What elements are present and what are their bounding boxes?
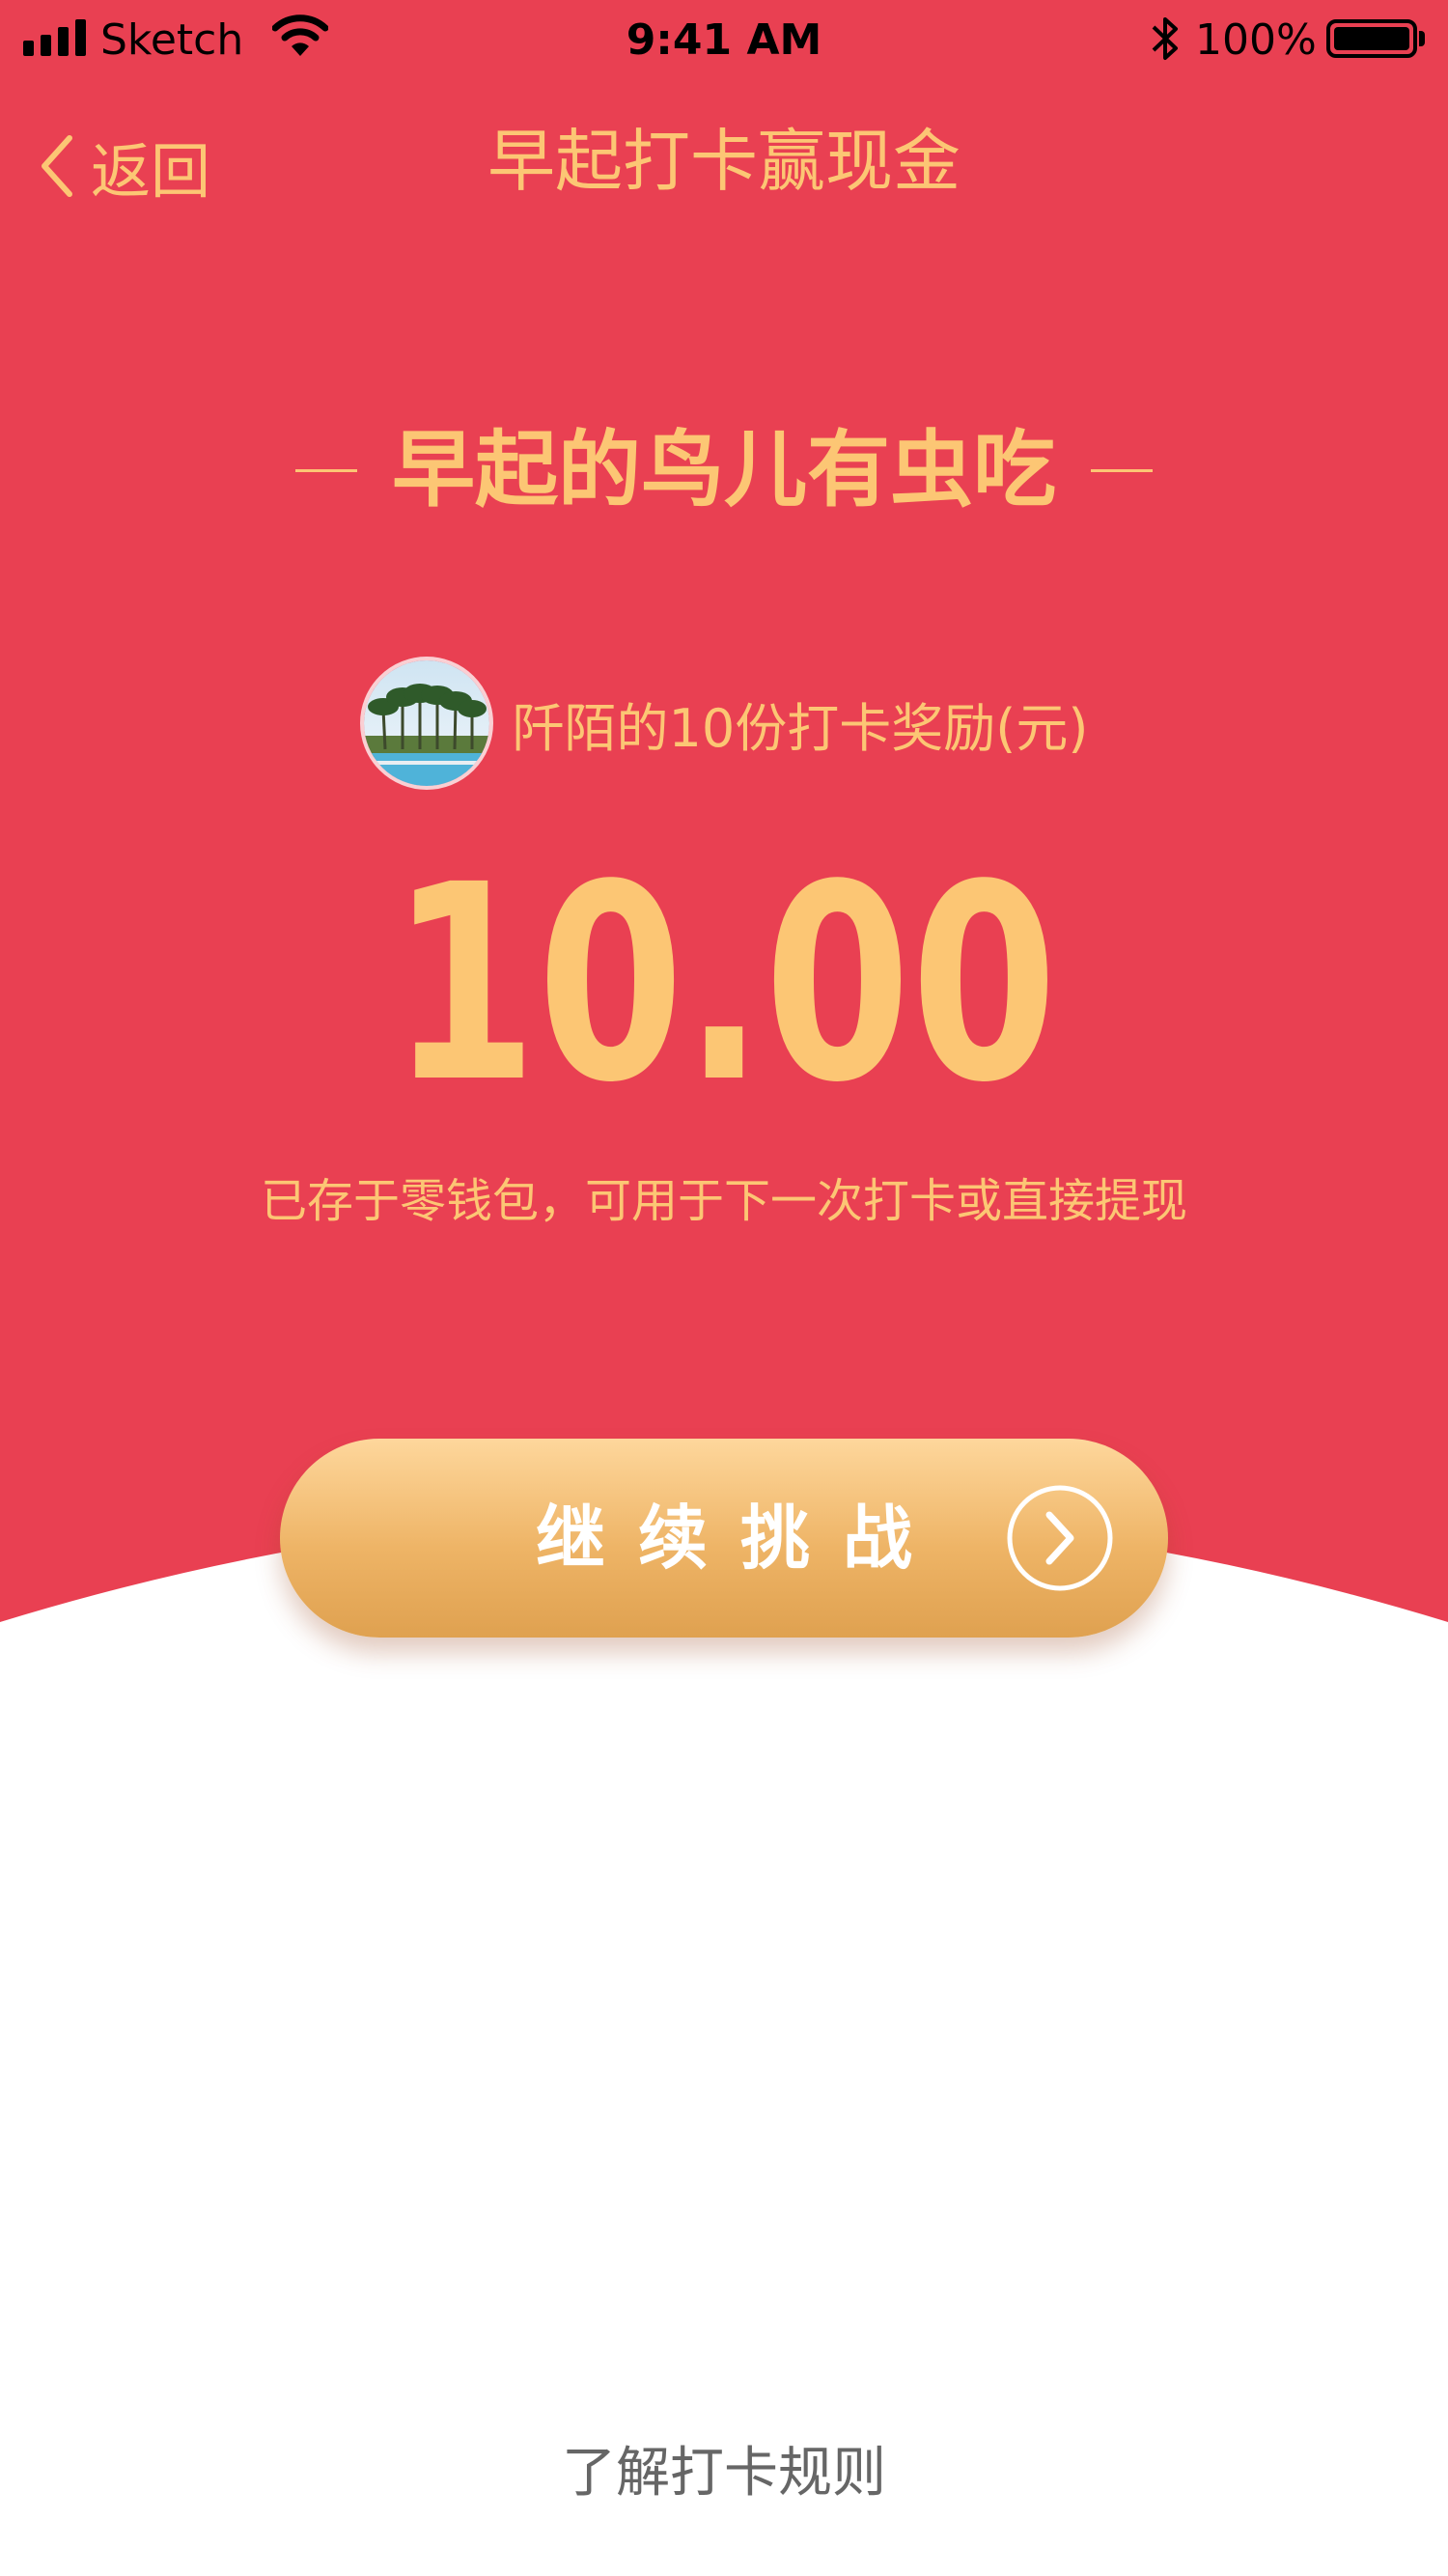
- battery-percentage: 100%: [1195, 15, 1317, 65]
- headline-left-rule: [295, 468, 357, 472]
- status-bar: Sketch 9:41 AM 100%: [0, 0, 1448, 77]
- bluetooth-icon: [1152, 17, 1178, 60]
- battery-tip: [1419, 31, 1425, 46]
- headline: 早起的鸟儿有虫吃: [392, 422, 1056, 518]
- arrow-right-circle-icon: [1007, 1485, 1113, 1591]
- wallet-note: 已存于零钱包，可用于下一次打卡或直接提现: [260, 1174, 1187, 1228]
- hero-background: [0, 0, 1448, 1622]
- continue-challenge-button[interactable]: 继续挑战: [280, 1439, 1168, 1638]
- reward-amount: 10.00: [390, 827, 1058, 1142]
- headline-right-rule: [1091, 468, 1153, 472]
- battery-icon: [1326, 19, 1417, 58]
- headline-row: 早起的鸟儿有虫吃: [0, 417, 1448, 523]
- avatar: [359, 657, 493, 790]
- rules-link[interactable]: 了解打卡规则: [0, 2429, 1448, 2507]
- page-title: 早起打卡赢现金: [487, 122, 961, 201]
- reward-row: 阡陌的10份打卡奖励(元): [0, 657, 1448, 790]
- reward-label: 阡陌的10份打卡奖励(元): [512, 697, 1089, 759]
